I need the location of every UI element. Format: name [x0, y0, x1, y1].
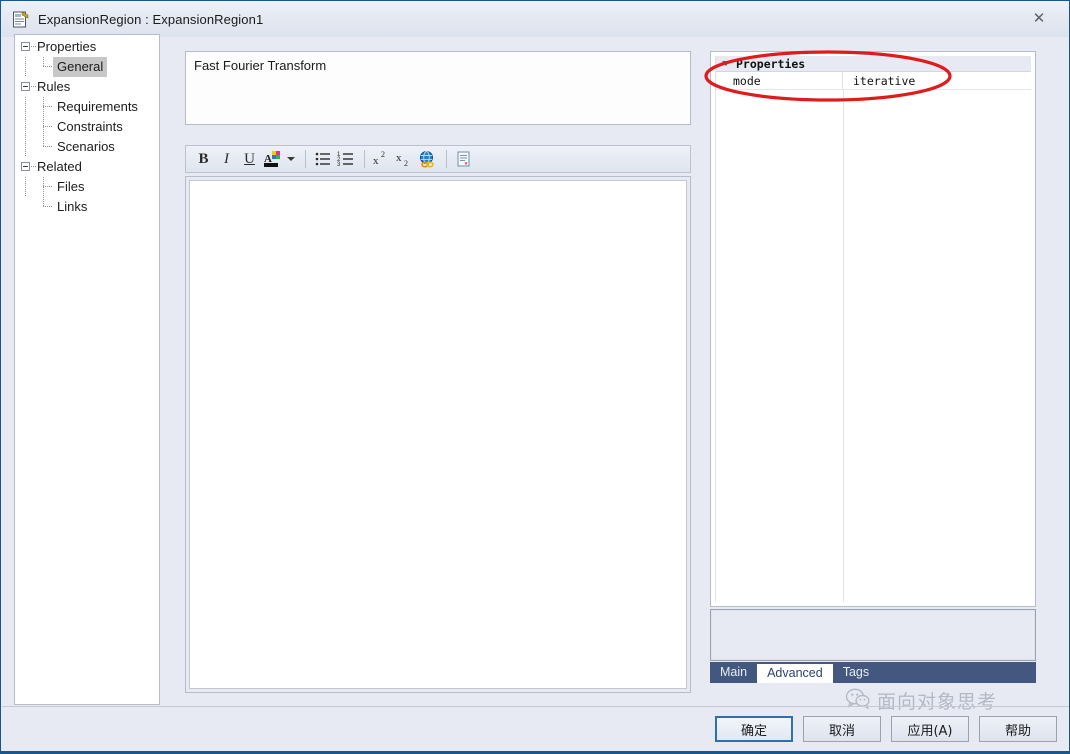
- close-icon[interactable]: ✕: [1018, 5, 1060, 31]
- expander-icon[interactable]: [21, 82, 30, 91]
- toolbar-divider: [305, 150, 306, 168]
- properties-group-header[interactable]: Properties: [716, 56, 1031, 72]
- numbered-list-icon[interactable]: 1 2 3: [335, 148, 356, 170]
- tree-item-label: Requirements: [57, 99, 138, 114]
- tab-main[interactable]: Main: [710, 662, 757, 683]
- tree-connector: [43, 186, 53, 187]
- tree-item-links[interactable]: Links: [15, 197, 159, 217]
- subscript-icon[interactable]: x 2: [394, 148, 415, 170]
- name-input[interactable]: Fast Fourier Transform: [185, 51, 691, 125]
- italic-icon[interactable]: I: [216, 148, 237, 170]
- apply-button[interactable]: 应用(A): [891, 716, 969, 742]
- cancel-button[interactable]: 取消: [803, 716, 881, 742]
- svg-text:2: 2: [404, 159, 408, 168]
- tree-item-properties[interactable]: Properties: [15, 37, 159, 57]
- superscript-icon[interactable]: x 2: [371, 148, 392, 170]
- tree-connector: [25, 117, 26, 137]
- tree-item-related[interactable]: Related: [15, 157, 159, 177]
- hyperlink-icon[interactable]: [417, 148, 438, 170]
- tree-connector: [25, 97, 26, 117]
- watermark: 面向对象思考: [845, 687, 998, 714]
- properties-grid-body: Properties mode iterative: [715, 56, 1031, 602]
- tree-connector: [25, 57, 26, 77]
- tree-connector: [25, 137, 26, 157]
- property-description-box: [710, 609, 1036, 661]
- title-bar: ExpansionRegion : ExpansionRegion1 ✕: [2, 1, 1069, 37]
- toolbar-divider: [446, 150, 447, 168]
- tree-connector: [43, 146, 53, 147]
- properties-group-label: Properties: [736, 57, 806, 71]
- bullet-list-icon[interactable]: [312, 148, 333, 170]
- tab-advanced[interactable]: Advanced: [757, 664, 833, 683]
- font-color-icon[interactable]: A: [262, 148, 283, 170]
- wechat-icon: [845, 688, 870, 714]
- tab-tags[interactable]: Tags: [833, 662, 879, 683]
- tree-item-general[interactable]: General: [15, 57, 159, 77]
- app-icon: [12, 11, 29, 28]
- grid-cell-property-name: mode: [716, 72, 843, 89]
- dialog-button-bar: 确定 取消 应用(A) 帮助: [715, 716, 1057, 742]
- grid-cell-property-value[interactable]: iterative: [843, 72, 1031, 89]
- grid-column-divider[interactable]: [843, 90, 844, 602]
- tree-connector: [43, 126, 53, 127]
- tree-connector: [43, 97, 44, 117]
- font-color-dropdown-icon[interactable]: [285, 148, 297, 170]
- tree-item-files[interactable]: Files: [15, 177, 159, 197]
- footer-divider: [2, 706, 1069, 707]
- rich-text-toolbar: B I U A 1 2 3 x 2 x 2: [185, 145, 691, 173]
- watermark-text: 面向对象思考: [877, 691, 998, 713]
- tree-item-label: Rules: [37, 79, 71, 94]
- tree-item-label: Related: [37, 159, 82, 174]
- tree-item-label: General: [53, 57, 108, 77]
- tree-item-rules[interactable]: Rules: [15, 77, 159, 97]
- svg-text:x: x: [396, 152, 402, 164]
- rich-text-editor[interactable]: [185, 176, 691, 693]
- tree-item-label: Files: [57, 179, 85, 194]
- properties-grid[interactable]: Properties mode iterative: [710, 51, 1036, 607]
- expansion-region-dialog: ExpansionRegion : ExpansionRegion1 ✕ Pro…: [0, 0, 1070, 754]
- collapse-triangle-icon[interactable]: [722, 61, 730, 66]
- ok-button[interactable]: 确定: [715, 716, 793, 742]
- tree-item-label: Constraints: [57, 119, 123, 134]
- editor-canvas[interactable]: [189, 180, 687, 689]
- tree-connector: [43, 106, 53, 107]
- grid-tab-bar: Main Advanced Tags: [710, 662, 1036, 683]
- tree-connector: [43, 66, 53, 67]
- svg-text:x: x: [373, 155, 379, 167]
- expander-icon[interactable]: [21, 162, 30, 171]
- tree-connector: [43, 206, 53, 207]
- tree-item-label: Scenarios: [57, 139, 115, 154]
- expander-icon[interactable]: [21, 42, 30, 51]
- help-button[interactable]: 帮助: [979, 716, 1057, 742]
- tree-item-label: Links: [57, 199, 88, 214]
- underline-icon[interactable]: U: [239, 148, 260, 170]
- tree-connector: [43, 177, 44, 197]
- tree-item-constraints[interactable]: Constraints: [15, 117, 159, 137]
- tree-item-scenarios[interactable]: Scenarios: [15, 137, 159, 157]
- navigation-tree[interactable]: Properties General Rules Requirements Co…: [14, 34, 160, 705]
- document-icon[interactable]: [453, 148, 474, 170]
- tree-connector: [25, 177, 26, 197]
- bold-icon[interactable]: B: [193, 148, 214, 170]
- svg-text:2: 2: [381, 150, 385, 159]
- svg-text:3: 3: [337, 162, 341, 168]
- tree-item-label: Properties: [37, 39, 97, 54]
- tree-connector: [43, 117, 44, 137]
- grid-row-mode[interactable]: mode iterative: [716, 72, 1031, 90]
- tree-item-requirements[interactable]: Requirements: [15, 97, 159, 117]
- toolbar-divider: [364, 150, 365, 168]
- window-title: ExpansionRegion : ExpansionRegion1: [38, 11, 264, 27]
